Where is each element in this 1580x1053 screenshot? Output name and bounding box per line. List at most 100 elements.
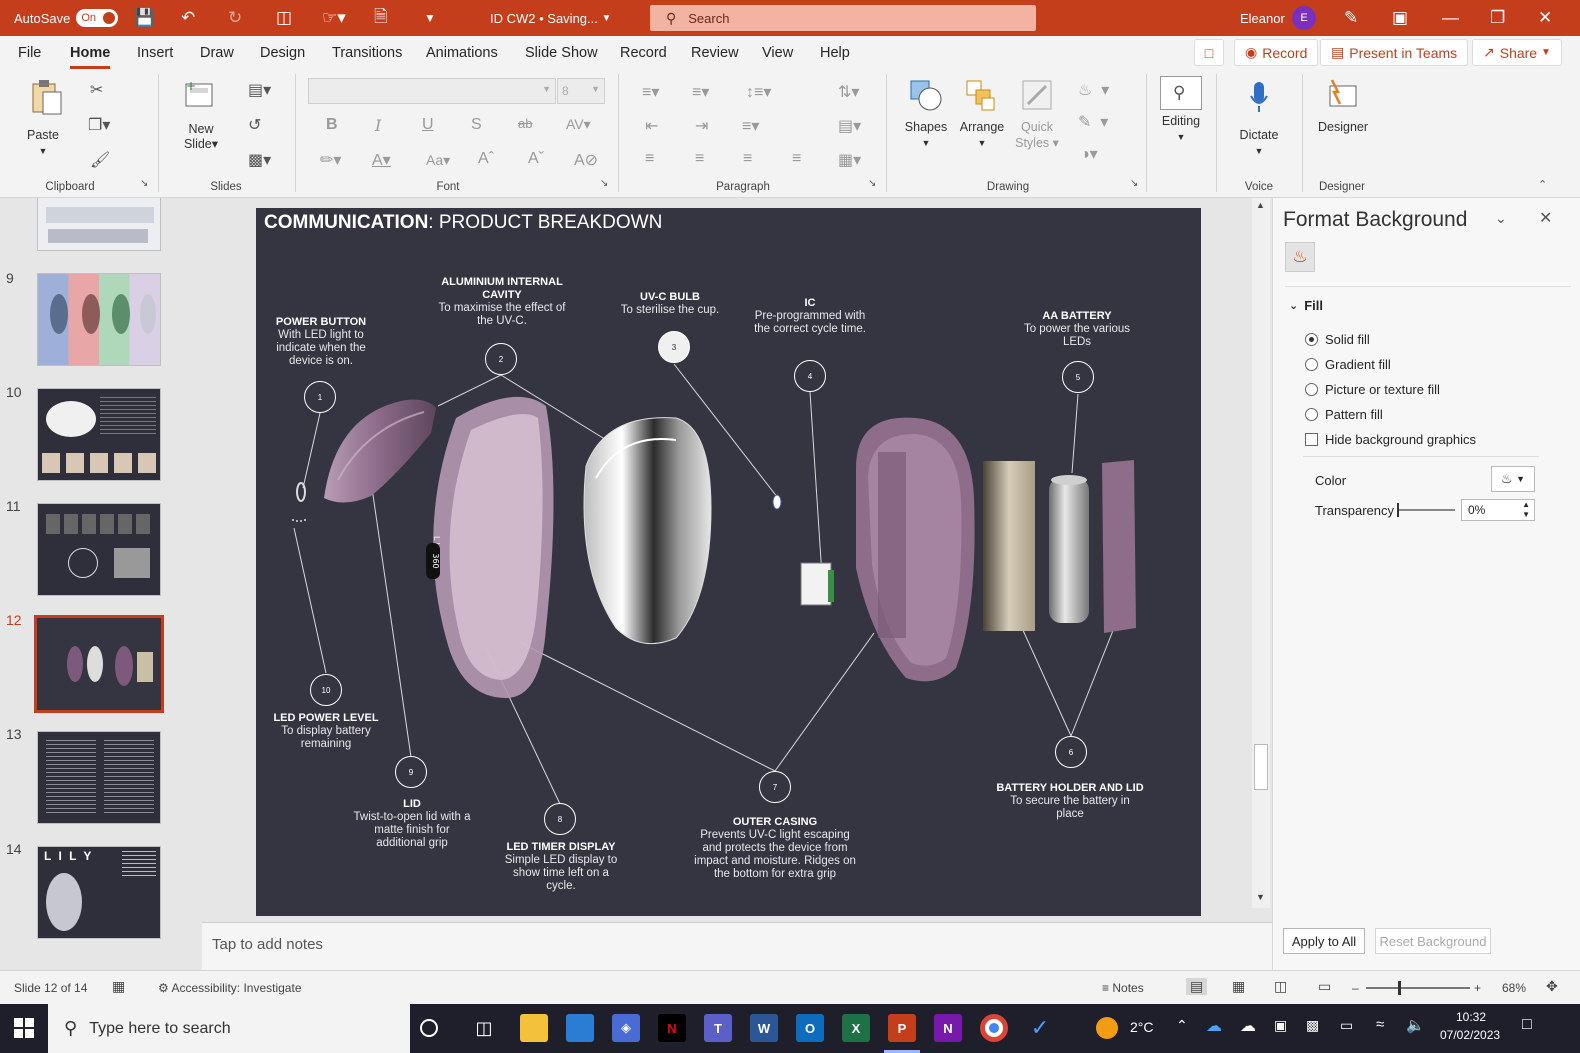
battery-icon[interactable]: ▭	[1340, 1017, 1353, 1034]
tab-slide-show[interactable]: Slide Show	[525, 45, 598, 61]
task-view-icon[interactable]: ◫	[470, 1014, 498, 1042]
label-outer-casing[interactable]: OUTER CASING Prevents UV-C light escaping…	[694, 816, 856, 881]
thumbnail-8[interactable]	[37, 198, 161, 251]
font-launcher-icon[interactable]: ↘	[600, 178, 608, 189]
new-slide-label-1[interactable]: New	[188, 122, 213, 137]
shapes-label[interactable]: Shapes	[905, 120, 947, 135]
search-box[interactable]: ⚲ Search	[650, 5, 1036, 31]
callout-number-10[interactable]: 10	[310, 674, 342, 706]
font-color-icon[interactable]: A▾	[372, 150, 391, 170]
columns-icon[interactable]: ≡▾	[742, 116, 759, 136]
notes-toggle[interactable]: ≡ Notes	[1102, 981, 1144, 995]
quick-styles-icon[interactable]	[1020, 78, 1054, 117]
char-spacing-icon[interactable]: AV▾	[566, 116, 591, 133]
radio-pattern-fill[interactable]: Pattern fill	[1305, 407, 1383, 422]
normal-view-icon[interactable]: ▤	[1186, 978, 1208, 995]
presenter-icon[interactable]: ◫	[276, 0, 292, 36]
tab-animations[interactable]: Animations	[426, 45, 498, 61]
onenote-icon[interactable]: N	[934, 1014, 962, 1042]
copy-icon[interactable]: ❐▾	[88, 115, 110, 135]
editing-label[interactable]: Editing	[1162, 114, 1200, 129]
spinner-icon[interactable]: ▲ ▼	[1522, 500, 1530, 520]
radio-solid-fill[interactable]: Solid fill	[1305, 332, 1370, 347]
clock-date[interactable]: 07/02/2023	[1440, 1028, 1500, 1042]
new-slide-icon[interactable]: +	[184, 79, 216, 113]
redo-icon[interactable]: ↻	[228, 0, 242, 36]
slide-canvas[interactable]: COMMUNICATION: PRODUCT BREAKDOWN 360 1 2…	[256, 208, 1201, 916]
document-title[interactable]: ID CW2 • Saving... ▼	[490, 0, 611, 36]
meet-now-icon[interactable]: ▣	[1274, 1017, 1287, 1034]
clock-time[interactable]: 10:32	[1456, 1010, 1486, 1024]
tab-home[interactable]: Home	[70, 45, 111, 69]
zoom-in-icon[interactable]: +	[1474, 981, 1481, 995]
align-text-icon[interactable]: ▤▾	[838, 116, 861, 136]
highlight-icon[interactable]: ✏▾	[320, 150, 341, 170]
zoom-out-icon[interactable]: –	[1352, 981, 1359, 995]
shape-effects-icon[interactable]: ◑▾	[1080, 144, 1098, 164]
minimize-icon[interactable]: —	[1442, 0, 1459, 36]
apply-to-all-button[interactable]: Apply to All	[1283, 928, 1365, 954]
chrome-icon[interactable]	[980, 1014, 1008, 1042]
save-icon[interactable]: 💾	[134, 0, 155, 36]
section-icon[interactable]: ▩▾	[248, 150, 271, 170]
cut-icon[interactable]: ✂	[90, 80, 103, 100]
align-right-icon[interactable]: ≡	[743, 150, 752, 168]
weather-temp[interactable]: 2°C	[1130, 1019, 1154, 1035]
reading-view-icon[interactable]: ◫	[1274, 978, 1287, 995]
quick-styles-label-2[interactable]: Styles ▾	[1015, 136, 1059, 151]
show-hidden-icons[interactable]: ⌃	[1176, 1017, 1188, 1034]
present-in-teams-button[interactable]: ▤ Present in Teams	[1320, 39, 1469, 66]
customize-qat-icon[interactable]: ▼	[424, 0, 436, 36]
pane-options-icon[interactable]: ⌄	[1495, 210, 1507, 227]
tab-file[interactable]: File	[18, 45, 41, 61]
shadow-icon[interactable]: S	[471, 116, 482, 134]
drawing-launcher-icon[interactable]: ↘	[1130, 178, 1138, 189]
pen-icon[interactable]: ✎	[1344, 0, 1358, 36]
tab-help[interactable]: Help	[820, 45, 850, 61]
line-spacing-icon[interactable]: ↕≡▾	[746, 82, 771, 102]
weather-icon[interactable]	[1096, 1017, 1118, 1039]
text-direction-icon[interactable]: ⇅▾	[838, 82, 859, 102]
pane-close-icon[interactable]: ✕	[1539, 208, 1552, 228]
teams-icon[interactable]: T	[704, 1014, 732, 1042]
clipboard-launcher-icon[interactable]: ↘	[140, 178, 148, 189]
callout-number-8[interactable]: 8	[544, 803, 576, 835]
fill-section-header[interactable]: ⌄ Fill	[1289, 298, 1323, 313]
slide-sorter-icon[interactable]: ▦	[1232, 978, 1245, 995]
accessibility-status[interactable]: ⚙ Accessibility: Investigate	[158, 981, 302, 995]
outlook-icon[interactable]: O	[796, 1014, 824, 1042]
tab-review[interactable]: Review	[691, 45, 739, 61]
spell-check-icon[interactable]: ▦	[112, 978, 125, 995]
clear-format-icon[interactable]: A⊘	[574, 150, 598, 170]
format-painter-icon[interactable]: 🖌	[90, 150, 110, 170]
collapse-ribbon-icon[interactable]: ⌃	[1538, 178, 1547, 191]
label-power-button[interactable]: POWER BUTTON With LED light to indicate w…	[263, 316, 379, 368]
callout-number-5[interactable]: 5	[1062, 361, 1094, 393]
scroll-thumb[interactable]	[1254, 744, 1268, 790]
numbering-icon[interactable]: ≡▾	[692, 82, 709, 102]
callout-number-1[interactable]: 1	[304, 381, 336, 413]
label-uvc-bulb[interactable]: UV-C BULB To sterilise the cup.	[610, 291, 730, 317]
strikethrough-icon[interactable]: ab	[518, 116, 532, 131]
grow-font-icon[interactable]: Aˆ	[478, 150, 494, 168]
callout-number-9[interactable]: 9	[395, 756, 427, 788]
scroll-down-icon[interactable]: ▼	[1256, 892, 1265, 902]
shrink-font-icon[interactable]: Aˇ	[528, 150, 544, 168]
word-icon[interactable]: W	[750, 1014, 778, 1042]
label-aluminium-cavity[interactable]: ALUMINIUM INTERNAL CAVITY To maximise the…	[437, 276, 567, 328]
callout-number-4[interactable]: 4	[794, 360, 826, 392]
thumbnail-12[interactable]	[34, 615, 164, 713]
record-button[interactable]: ◉ Record	[1234, 39, 1319, 66]
checkbox-hide-background-graphics[interactable]: Hide background graphics	[1305, 432, 1476, 447]
onedrive-personal-icon[interactable]: ☁	[1240, 1016, 1256, 1036]
microphone-icon[interactable]	[1248, 80, 1270, 119]
tab-draw[interactable]: Draw	[200, 45, 234, 61]
file-explorer-icon[interactable]	[520, 1014, 548, 1042]
callout-number-2[interactable]: 2	[485, 343, 517, 375]
decrease-indent-icon[interactable]: ⇤	[645, 116, 658, 136]
arrange-dropdown-icon[interactable]: ▼	[978, 136, 987, 151]
label-led-timer[interactable]: LED TIMER DISPLAY Simple LED display to s…	[501, 841, 621, 893]
record-indicator-icon[interactable]: ▩	[1306, 1017, 1319, 1034]
paragraph-launcher-icon[interactable]: ↘	[868, 178, 876, 189]
label-lid[interactable]: LID Twist-to-open lid with a matte finish…	[352, 798, 472, 850]
